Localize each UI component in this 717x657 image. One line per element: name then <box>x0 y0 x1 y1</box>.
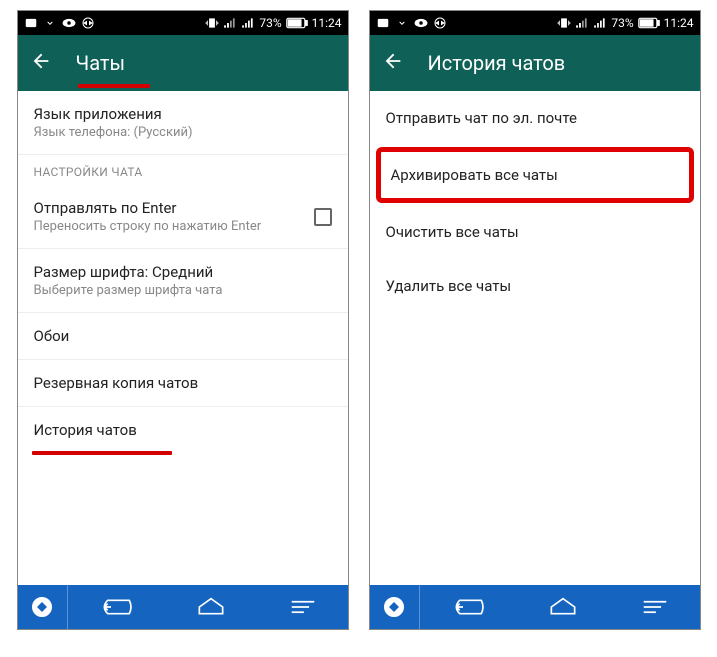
teamviewer-icon <box>382 595 406 619</box>
screen-chat-history: 73% 11:24 История чатов Отправить чат по… <box>369 10 701 630</box>
setting-title: Отправлять по Enter <box>34 199 314 217</box>
nav-back-button[interactable] <box>451 597 485 617</box>
signal-icon <box>223 17 237 29</box>
nav-bar <box>18 585 348 629</box>
setting-enter-send[interactable]: Отправлять по Enter Переносить строку по… <box>18 185 348 249</box>
setting-font-size[interactable]: Размер шрифта: Средний Выберите размер ш… <box>18 249 348 313</box>
nav-recent-button[interactable] <box>290 598 316 616</box>
nav-recent-button[interactable] <box>642 598 668 616</box>
eye-icon <box>62 18 76 28</box>
item-email-chat[interactable]: Отправить чат по эл. почте <box>370 91 700 145</box>
setting-backup[interactable]: Резервная копия чатов <box>18 360 348 407</box>
item-clear-chats[interactable]: Очистить все чаты <box>370 205 700 259</box>
nav-home-button[interactable] <box>196 597 226 617</box>
item-delete-chats[interactable]: Удалить все чаты <box>370 259 700 313</box>
clock: 11:24 <box>664 16 694 30</box>
screen-chats: 73% 11:24 Чаты Язык приложения Язык теле… <box>17 10 349 630</box>
page-title: Чаты <box>76 51 126 75</box>
battery-text: 73% <box>259 16 281 30</box>
signal2-icon <box>241 17 255 29</box>
teamviewer-icon <box>434 17 446 29</box>
setting-title: Размер шрифта: Средний <box>34 263 332 281</box>
battery-icon <box>286 17 308 29</box>
setting-title: Язык приложения <box>34 105 332 123</box>
vibrate-icon <box>557 17 571 29</box>
app-bar: Чаты <box>18 35 348 91</box>
notif-icon <box>24 16 38 30</box>
setting-wallpaper[interactable]: Обои <box>18 313 348 360</box>
nav-teamviewer[interactable] <box>370 585 420 629</box>
status-bar: 73% 11:24 <box>18 11 348 35</box>
app-bar: История чатов <box>370 35 700 91</box>
nav-back-button[interactable] <box>99 597 133 617</box>
setting-language[interactable]: Язык приложения Язык телефона: (Русский) <box>18 91 348 155</box>
nav-teamviewer[interactable] <box>18 585 68 629</box>
setting-history[interactable]: История чатов <box>18 407 348 453</box>
setting-title: Обои <box>34 327 332 345</box>
battery-icon <box>638 17 660 29</box>
settings-list: Язык приложения Язык телефона: (Русский)… <box>18 91 348 585</box>
setting-sub: Выберите размер шрифта чата <box>34 283 332 298</box>
status-bar: 73% 11:24 <box>370 11 700 35</box>
section-header: НАСТРОЙКИ ЧАТА <box>18 155 348 185</box>
download-icon <box>396 17 408 29</box>
checkbox-enter-send[interactable] <box>314 208 332 226</box>
history-list: Отправить чат по эл. почте Архивировать … <box>370 91 700 585</box>
clock: 11:24 <box>312 16 342 30</box>
back-icon[interactable] <box>382 50 404 76</box>
nav-bar <box>370 585 700 629</box>
teamviewer-icon <box>30 595 54 619</box>
vibrate-icon <box>205 17 219 29</box>
battery-text: 73% <box>611 16 633 30</box>
teamviewer-icon <box>82 17 94 29</box>
eye-icon <box>414 18 428 28</box>
setting-sub: Язык телефона: (Русский) <box>34 125 332 140</box>
setting-sub: Переносить строку по нажатию Enter <box>34 219 314 234</box>
download-icon <box>44 17 56 29</box>
highlight-underline <box>78 84 150 88</box>
signal-icon <box>575 17 589 29</box>
highlight-box: Архивировать все чаты <box>376 147 694 203</box>
highlight-underline <box>32 451 172 455</box>
page-title: История чатов <box>428 51 566 75</box>
back-icon[interactable] <box>30 50 52 76</box>
notif-icon <box>376 16 390 30</box>
nav-home-button[interactable] <box>548 597 578 617</box>
item-archive-chats[interactable]: Архивировать все чаты <box>391 166 679 184</box>
setting-title: Резервная копия чатов <box>34 374 332 392</box>
setting-title: История чатов <box>34 421 332 439</box>
signal2-icon <box>593 17 607 29</box>
